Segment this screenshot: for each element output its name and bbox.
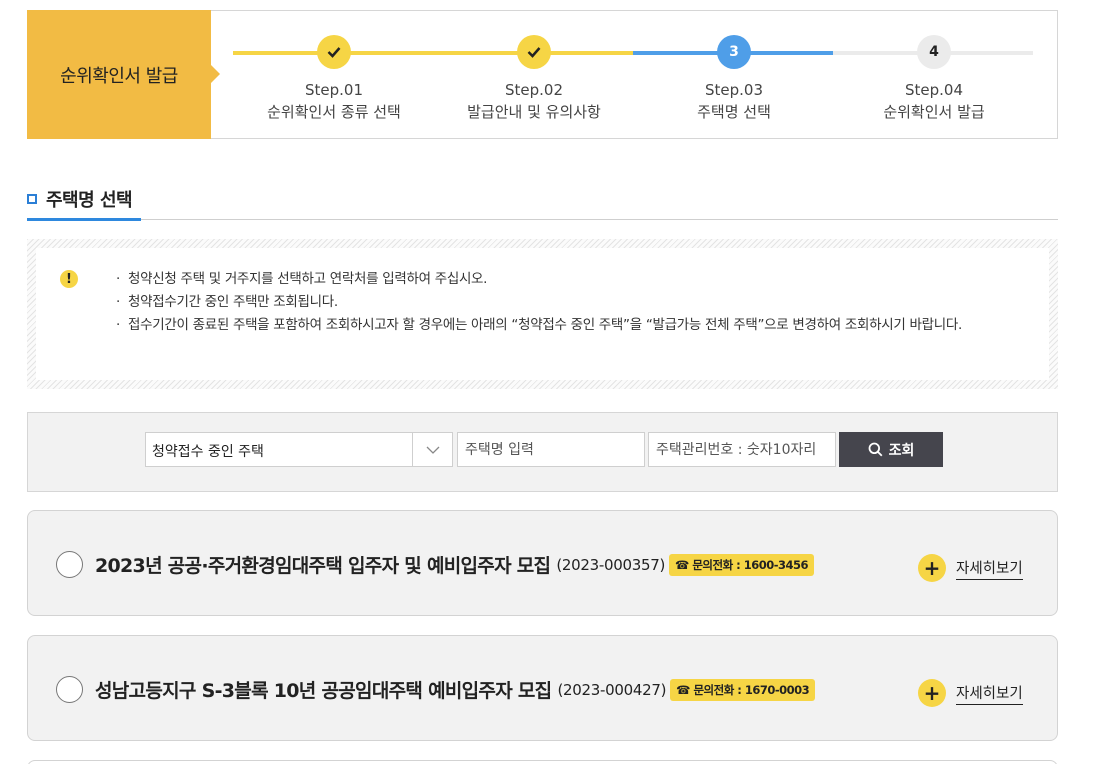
select-radio[interactable]: [56, 551, 83, 578]
search-panel: 청약접수 중인 주택 조회: [27, 412, 1058, 492]
phone-badge: ☎ 문의전화 : 1670-0003: [670, 678, 816, 701]
check-icon: [517, 35, 551, 69]
search-button[interactable]: 조회: [839, 432, 943, 467]
section-divider-accent: [27, 218, 141, 221]
step-3: 3 Step.03 주택명 선택: [634, 35, 834, 123]
plus-icon[interactable]: +: [918, 679, 946, 707]
notice-box: ! 청약신청 주택 및 거주지를 선택하고 연락처를 입력하여 주십시오. 청약…: [27, 239, 1058, 389]
detail-link[interactable]: + 자세히보기: [918, 554, 1023, 582]
section-title-text: 주택명 선택: [46, 190, 133, 211]
step-2-number: Step.02: [504, 81, 563, 99]
housing-result-card-partial: [27, 760, 1058, 764]
step-1-label: 순위확인서 종류 선택: [267, 103, 401, 121]
housing-name-input[interactable]: [457, 432, 645, 467]
section-divider: [27, 219, 1058, 220]
housing-code: (2023-000427): [557, 680, 667, 699]
housing-result-card[interactable]: 2023년 공공·주거환경임대주택 입주자 및 예비입주자 모집 (2023-0…: [27, 510, 1058, 616]
square-bullet-icon: [27, 194, 37, 204]
check-icon: [317, 35, 351, 69]
select-radio[interactable]: [56, 676, 83, 703]
housing-result-card[interactable]: 성남고등지구 S-3블록 10년 공공임대주택 예비입주자 모집 (2023-0…: [27, 635, 1058, 741]
step-3-label: 주택명 선택: [697, 103, 771, 121]
plus-icon[interactable]: +: [918, 554, 946, 582]
step-4-label: 순위확인서 발급: [883, 103, 985, 121]
detail-link[interactable]: + 자세히보기: [918, 679, 1023, 707]
housing-filter-value: 청약접수 중인 주택: [152, 444, 264, 460]
step-3-number: Step.03: [704, 81, 763, 99]
housing-filter-select[interactable]: 청약접수 중인 주택: [145, 432, 453, 467]
notice-item: 청약신청 주택 및 거주지를 선택하고 연락처를 입력하여 주십시오.: [116, 268, 1016, 291]
notice-list: 청약신청 주택 및 거주지를 선택하고 연락처를 입력하여 주십시오. 청약접수…: [116, 268, 1016, 337]
step-2: Step.02 발급안내 및 유의사항: [434, 35, 634, 123]
step-1-number: Step.01: [304, 81, 363, 99]
search-icon: [868, 442, 883, 457]
stepper-title: 순위확인서 발급: [27, 10, 220, 139]
progress-stepper: 순위확인서 발급 Step.01 순위확인서 종류 선택 Step.02 발급안내 …: [27, 10, 1058, 139]
search-button-label: 조회: [888, 442, 915, 459]
step-4-circle: 4: [917, 35, 951, 69]
step-2-label: 발급안내 및 유의사항: [467, 103, 601, 121]
housing-name: 2023년 공공·주거환경임대주택 입주자 및 예비입주자 모집: [95, 555, 551, 577]
housing-name: 성남고등지구 S-3블록 10년 공공임대주택 예비입주자 모집: [95, 680, 552, 702]
detail-link-label[interactable]: 자세히보기: [956, 682, 1023, 705]
phone-badge: ☎ 문의전화 : 1600-3456: [669, 553, 815, 576]
step-1: Step.01 순위확인서 종류 선택: [234, 35, 434, 123]
notice-item: 청약접수기간 중인 주택만 조회됩니다.: [116, 291, 1016, 314]
housing-code: (2023-000357): [556, 555, 665, 574]
section-title: 주택명 선택: [27, 186, 133, 212]
exclamation-icon: !: [60, 270, 78, 288]
detail-link-label[interactable]: 자세히보기: [956, 557, 1023, 580]
housing-code-input[interactable]: [648, 432, 836, 467]
step-4-number: Step.04: [904, 81, 963, 99]
step-4: 4 Step.04 순위확인서 발급: [834, 35, 1034, 123]
chevron-down-icon[interactable]: [412, 433, 452, 466]
notice-item: 접수기간이 종료된 주택을 포함하여 조회하시고자 할 경우에는 아래의 “청약…: [116, 314, 1016, 337]
step-3-circle: 3: [717, 35, 751, 69]
